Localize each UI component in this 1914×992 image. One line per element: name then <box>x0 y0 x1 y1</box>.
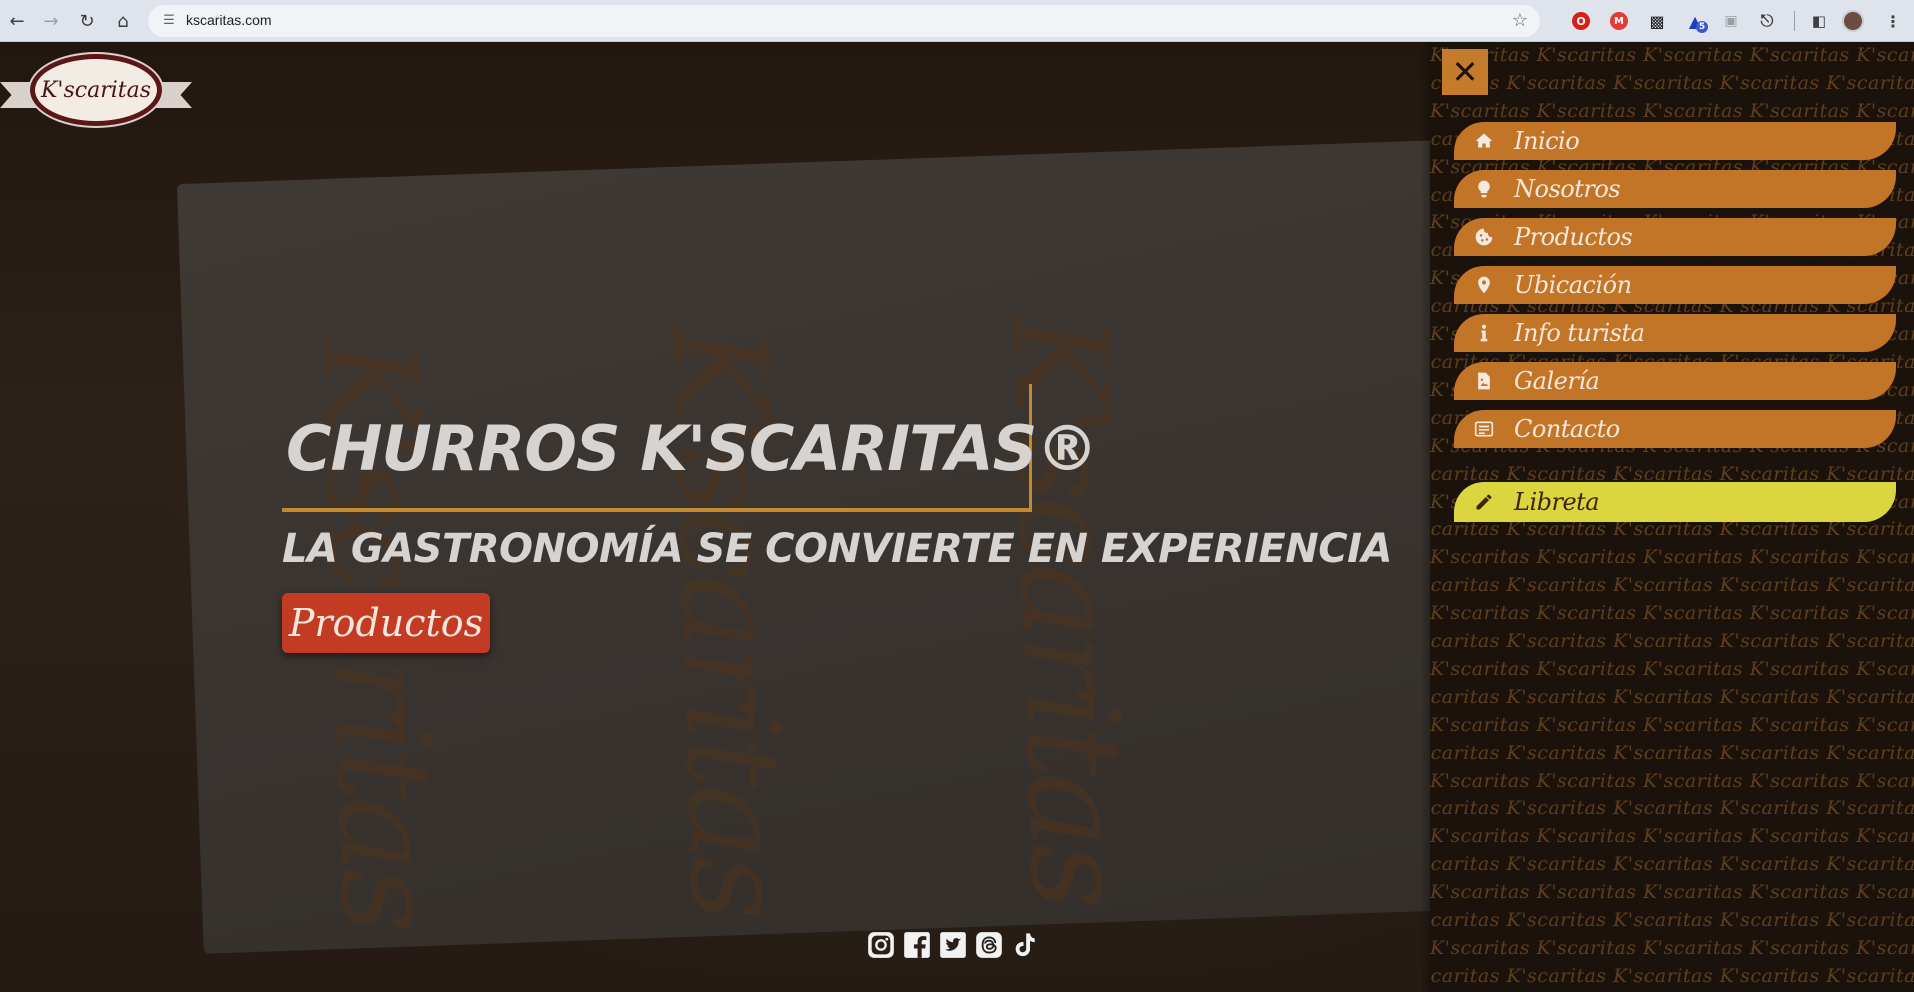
menu-item-galeria[interactable]: Galería <box>1454 362 1896 400</box>
lightbulb-icon <box>1454 179 1514 199</box>
pattern-row: K'scaritas K'scaritas K'scaritas K'scari… <box>1430 853 1914 876</box>
extension-badge: 5 <box>1696 21 1708 33</box>
site-settings-icon[interactable]: ☰ <box>160 12 178 30</box>
browser-toolbar: ← → ↻ ⌂ ☰ kscaritas.com ☆ O M ▩ ▲ 5 ▣ ⎋ … <box>0 0 1914 42</box>
pattern-row: K'scaritas K'scaritas K'scaritas K'scari… <box>1430 685 1914 708</box>
menu-item-label: Galería <box>1514 367 1600 395</box>
pattern-row: K'scaritas K'scaritas K'scaritas K'scari… <box>1430 797 1914 820</box>
facebook-icon[interactable] <box>902 930 932 960</box>
pattern-row: K'scaritas K'scaritas K'scaritas K'scari… <box>1430 937 1914 959</box>
forward-icon[interactable]: → <box>36 6 66 36</box>
file-image-icon <box>1454 371 1514 391</box>
home-icon <box>1454 131 1514 151</box>
threads-icon[interactable] <box>974 930 1004 960</box>
pattern-row: K'scaritas K'scaritas K'scaritas K'scari… <box>1430 574 1914 597</box>
side-menu: K'scaritas K'scaritas K'scaritas K'scari… <box>1430 42 1914 992</box>
menu-item-label: Nosotros <box>1514 175 1621 203</box>
menu-item-label: Inicio <box>1514 127 1580 155</box>
tiktok-icon[interactable] <box>1010 930 1040 960</box>
back-icon[interactable]: ← <box>2 6 32 36</box>
pattern-row: K'scaritas K'scaritas K'scaritas K'scari… <box>1430 630 1914 653</box>
products-button[interactable]: Productos <box>282 593 490 653</box>
menu-item-label: Ubicación <box>1514 271 1632 299</box>
menu-item-ubicacion[interactable]: Ubicación <box>1454 266 1896 304</box>
menu-item-productos[interactable]: Productos <box>1454 218 1896 256</box>
contact-card-icon <box>1454 419 1514 439</box>
site-logo[interactable]: K'scaritas <box>0 52 192 130</box>
instagram-icon[interactable] <box>866 930 896 960</box>
reload-icon[interactable]: ↻ <box>72 6 102 36</box>
cast-extension-icon[interactable]: ▣ <box>1718 8 1744 34</box>
m-extension-icon[interactable]: M <box>1610 12 1628 30</box>
pattern-row: K'scaritas K'scaritas K'scaritas K'scari… <box>1430 909 1914 932</box>
menu-item-label: Libreta <box>1514 488 1600 516</box>
pattern-row: K'scaritas K'scaritas K'scaritas K'scari… <box>1430 44 1914 66</box>
hero-subtitle: LA GASTRONOMÍA SE CONVIERTE EN EXPERIENC… <box>282 526 1392 572</box>
page-content: K'scaritas K'scaritas K'scaritas K'scari… <box>0 42 1914 992</box>
menu-item-label: Info turista <box>1514 319 1645 347</box>
menu-item-libreta[interactable]: Libreta <box>1454 482 1896 522</box>
menu-item-nosotros[interactable]: Nosotros <box>1454 170 1896 208</box>
close-menu-button[interactable]: ✕ <box>1442 49 1488 95</box>
menu-item-inicio[interactable]: Inicio <box>1454 122 1896 160</box>
pencil-icon <box>1454 492 1514 512</box>
logo-text: K'scaritas <box>40 77 151 103</box>
kebab-menu-icon[interactable]: ⋮ <box>1880 8 1906 34</box>
pattern-row: K'scaritas K'scaritas K'scaritas K'scari… <box>1430 71 1914 94</box>
star-icon[interactable]: ☆ <box>1512 10 1528 31</box>
profile-avatar-icon[interactable] <box>1842 10 1864 32</box>
pattern-row: K'scaritas K'scaritas K'scaritas K'scari… <box>1430 881 1914 904</box>
info-icon <box>1454 323 1514 343</box>
twitter-icon[interactable] <box>938 930 968 960</box>
url-text[interactable]: kscaritas.com <box>186 12 272 28</box>
opera-extension-icon[interactable]: O <box>1572 12 1590 30</box>
pattern-row: K'scaritas K'scaritas K'scaritas K'scari… <box>1430 602 1914 625</box>
logo-oval: K'scaritas <box>30 54 162 126</box>
pattern-row: K'scaritas K'scaritas K'scaritas K'scari… <box>1430 713 1914 736</box>
menu-item-info-turista[interactable]: Info turista <box>1454 314 1896 352</box>
hero-title: CHURROS K'SCARITAS® <box>286 412 1098 485</box>
pattern-row: K'scaritas K'scaritas K'scaritas K'scari… <box>1430 657 1914 680</box>
toolbar-divider <box>1794 11 1795 31</box>
pattern-row: K'scaritas K'scaritas K'scaritas K'scari… <box>1430 546 1914 569</box>
menu-item-label: Contacto <box>1514 415 1620 443</box>
address-bar[interactable]: ☰ kscaritas.com ☆ <box>148 5 1540 37</box>
home-icon[interactable]: ⌂ <box>108 6 138 36</box>
cookie-icon <box>1454 227 1514 247</box>
clapper-extension-icon[interactable]: ▩ <box>1644 8 1670 34</box>
pattern-row: K'scaritas K'scaritas K'scaritas K'scari… <box>1430 964 1914 987</box>
side-panel-icon[interactable]: ◧ <box>1806 8 1832 34</box>
menu-item-contacto[interactable]: Contacto <box>1454 410 1896 448</box>
menu-item-label: Productos <box>1514 223 1633 251</box>
pattern-row: K'scaritas K'scaritas K'scaritas K'scari… <box>1430 741 1914 764</box>
map-pin-icon <box>1454 275 1514 295</box>
pattern-row: K'scaritas K'scaritas K'scaritas K'scari… <box>1430 825 1914 848</box>
puzzle-extension-icon[interactable]: ⎋ <box>1754 8 1780 34</box>
pattern-row: K'scaritas K'scaritas K'scaritas K'scari… <box>1430 769 1914 792</box>
